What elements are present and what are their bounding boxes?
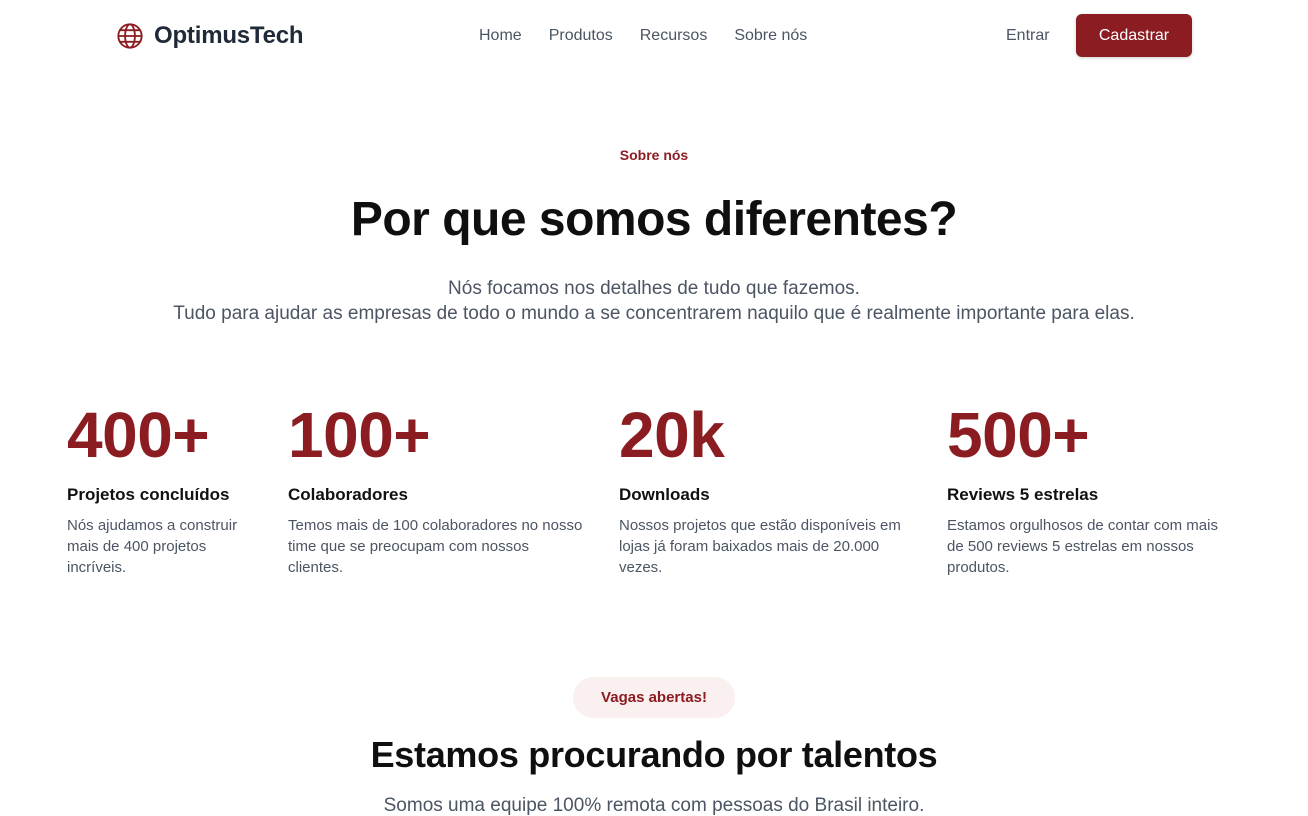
- stat-card-downloads: 20k Downloads Nossos projetos que estão …: [619, 400, 924, 578]
- nav-link-sobre-nos[interactable]: Sobre nós: [734, 27, 807, 45]
- section-eyebrow: Sobre nós: [619, 147, 689, 163]
- stat-label: Colaboradores: [288, 485, 408, 504]
- stat-card-colaboradores: 100+ Colaboradores Temos mais de 100 col…: [288, 400, 588, 578]
- page-title: Por que somos diferentes?: [350, 193, 958, 246]
- nav-link-home[interactable]: Home: [479, 27, 522, 45]
- main-nav: Home Produtos Recursos Sobre nós: [479, 27, 807, 45]
- stat-label: Projetos concluídos: [67, 485, 230, 504]
- openings-badge: Vagas abertas!: [573, 677, 735, 718]
- hero-subtitle-line-1: Nós focamos nos detalhes de tudo que faz…: [448, 278, 860, 299]
- nav-link-produtos[interactable]: Produtos: [549, 27, 613, 45]
- nav-link-recursos[interactable]: Recursos: [640, 27, 708, 45]
- stat-value: 100+: [288, 399, 431, 471]
- careers-title: Estamos procurando por talentos: [370, 734, 938, 775]
- hero-subtitle-line-2: Tudo para ajudar as empresas de todo o m…: [173, 303, 1135, 324]
- brand-logo[interactable]: OptimusTech: [116, 22, 304, 50]
- stat-value: 20k: [619, 399, 725, 471]
- careers-subtitle: Somos uma equipe 100% remota com pessoas…: [383, 795, 925, 816]
- stat-label: Downloads: [619, 485, 710, 504]
- login-link[interactable]: Entrar: [1006, 27, 1050, 45]
- stat-description: Temos mais de 100 colaboradores no nosso…: [288, 517, 583, 576]
- hero-subtitle: Nós focamos nos detalhes de tudo que faz…: [0, 276, 1308, 326]
- stat-card-reviews: 500+ Reviews 5 estrelas Estamos orgulhos…: [947, 400, 1232, 578]
- stat-value: 500+: [947, 399, 1090, 471]
- signup-button[interactable]: Cadastrar: [1076, 14, 1192, 57]
- navbar: OptimusTech Home Produtos Recursos Sobre…: [0, 0, 1308, 72]
- stat-card-projetos: 400+ Projetos concluídos Nós ajudamos a …: [67, 400, 252, 578]
- stat-label: Reviews 5 estrelas: [947, 485, 1099, 504]
- stat-description: Estamos orgulhosos de contar com mais de…: [947, 517, 1218, 576]
- stat-value: 400+: [67, 399, 210, 471]
- brand-name: OptimusTech: [154, 22, 304, 49]
- stat-description: Nós ajudamos a construir mais de 400 pro…: [67, 517, 238, 576]
- stat-description: Nossos projetos que estão disponíveis em…: [619, 517, 901, 576]
- globe-icon: [117, 23, 143, 49]
